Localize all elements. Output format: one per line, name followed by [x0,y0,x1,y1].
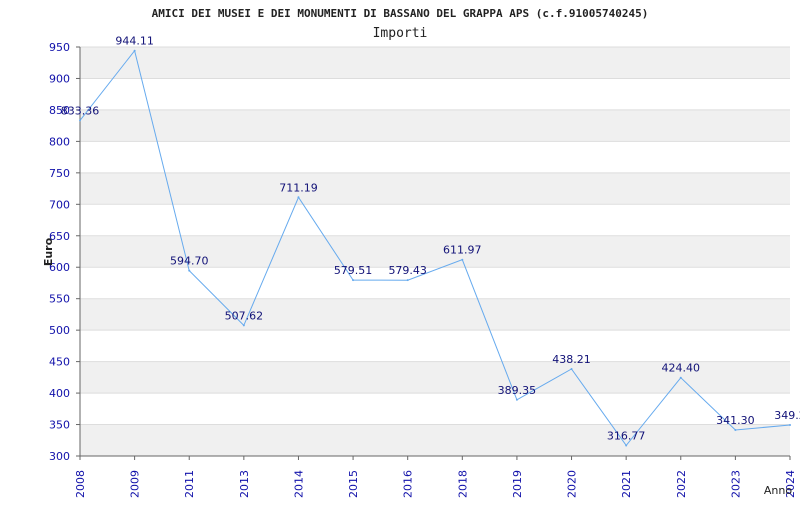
data-point [133,49,136,52]
data-point [461,258,464,261]
data-label: 389.35 [498,384,537,397]
data-label: 833.36 [61,104,100,117]
x-tick-label: 2011 [183,470,196,498]
data-label: 424.40 [662,362,701,375]
y-tick-label: 550 [49,293,70,306]
data-label: 507.62 [225,309,264,322]
y-tick-label: 300 [49,450,70,463]
data-point [188,269,191,272]
background-band [80,109,790,142]
data-point [297,196,300,199]
data-label: 944.11 [115,35,154,48]
data-label: 316.77 [607,429,646,442]
background-band [80,424,790,456]
data-label: 594.70 [170,255,209,268]
data-point [789,424,791,427]
background-band [80,172,790,205]
x-tick-label: 2015 [347,470,360,498]
data-point [515,398,518,401]
y-tick-label: 700 [49,198,70,211]
x-tick-label: 2020 [566,470,579,498]
data-label: 579.43 [388,264,427,277]
data-label: 711.19 [279,181,318,194]
background-band [80,47,790,79]
data-label: 611.97 [443,244,482,257]
y-tick-label: 400 [49,387,70,400]
x-axis-label: Anno [764,484,792,497]
background-bands [80,47,790,456]
data-point [734,429,737,432]
y-tick-label: 350 [49,419,70,432]
y-tick-label: 800 [49,135,70,148]
data-label: 579.51 [334,264,373,277]
data-point [625,444,628,447]
data-point [570,368,573,371]
x-tick-label: 2018 [456,470,469,498]
data-point [242,324,245,327]
x-tick-label: 2014 [292,470,305,498]
data-point [79,119,81,122]
x-tick-label: 2013 [238,470,251,498]
y-axis-label: Euro [42,237,55,266]
background-band [80,298,790,331]
x-tick-label: 2022 [675,470,688,498]
y-tick-label: 450 [49,356,70,369]
data-label: 341.30 [716,414,755,427]
line-chart: AMICI DEI MUSEI E DEI MONUMENTI DI BASSA… [42,7,800,498]
x-tick-label: 2009 [129,470,142,498]
x-tick-label: 2023 [729,470,742,498]
x-tick-labels: 2008 2009 2011 2013 2014 2015 2016 2018 2019 2020… [74,456,797,498]
chart-title: AMICI DEI MUSEI E DEI MONUMENTI DI BASSA… [152,7,649,20]
y-tick-label: 900 [49,72,70,85]
x-tick-label: 2016 [402,470,415,498]
data-point [679,376,682,379]
chart-container: AMICI DEI MUSEI E DEI MONUMENTI DI BASSA… [0,0,800,500]
data-point [406,279,409,282]
x-tick-label: 2019 [511,470,524,498]
x-tick-label: 2021 [620,470,633,498]
y-tick-label: 500 [49,324,70,337]
y-tick-label: 750 [49,167,70,180]
data-label: 438.21 [552,353,591,366]
chart-subtitle: Importi [373,26,428,41]
data-label: 349.2 [774,409,800,422]
x-tick-label: 2008 [74,470,87,498]
data-point [352,279,355,282]
y-tick-label: 950 [49,41,70,54]
